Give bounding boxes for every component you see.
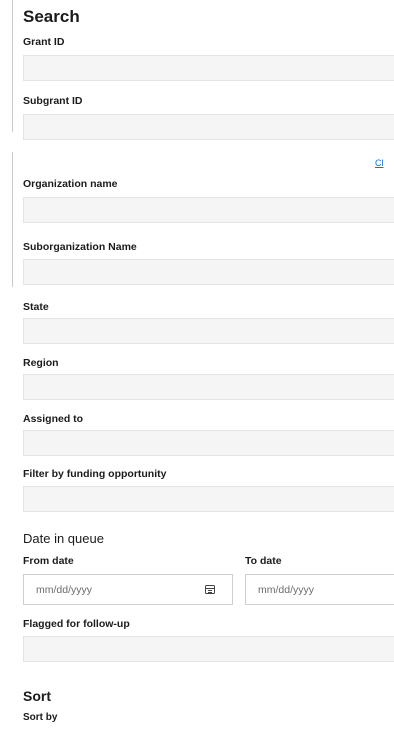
assigned-to-input[interactable] [23, 430, 394, 456]
grant-id-input[interactable] [23, 55, 394, 81]
from-date-label: From date [23, 555, 74, 567]
clear-link[interactable]: Cl [375, 158, 384, 168]
subgrant-id-label: Subgrant ID [23, 95, 83, 107]
flagged-label: Flagged for follow-up [23, 618, 130, 630]
organization-name-label: Organization name [23, 178, 118, 190]
to-date-input[interactable]: mm/dd/yyyy [245, 574, 394, 605]
subgrant-id-input[interactable] [23, 114, 394, 140]
suborganization-name-input[interactable] [23, 259, 394, 285]
state-label: State [23, 301, 49, 313]
sort-heading: Sort [23, 688, 51, 704]
from-date-placeholder: mm/dd/yyyy [36, 584, 93, 596]
grant-id-label: Grant ID [23, 36, 65, 48]
to-date-label: To date [245, 555, 282, 567]
funding-opportunity-label: Filter by funding opportunity [23, 468, 167, 480]
assigned-to-label: Assigned to [23, 413, 84, 425]
flagged-select[interactable] [23, 636, 394, 662]
state-input[interactable] [23, 318, 394, 344]
calendar-icon[interactable] [205, 585, 215, 594]
funding-opportunity-input[interactable] [23, 486, 394, 512]
date-in-queue-heading: Date in queue [23, 531, 104, 546]
left-panel-border-top [12, 0, 13, 132]
organization-name-input[interactable] [23, 197, 394, 223]
region-input[interactable] [23, 374, 394, 400]
left-panel-border-mid [12, 152, 13, 287]
search-heading: Search [23, 7, 80, 26]
region-label: Region [23, 357, 59, 369]
from-date-input[interactable]: mm/dd/yyyy [23, 574, 233, 605]
sort-by-label: Sort by [23, 712, 58, 723]
suborganization-name-label: Suborganization Name [23, 241, 137, 253]
to-date-placeholder: mm/dd/yyyy [258, 584, 315, 596]
